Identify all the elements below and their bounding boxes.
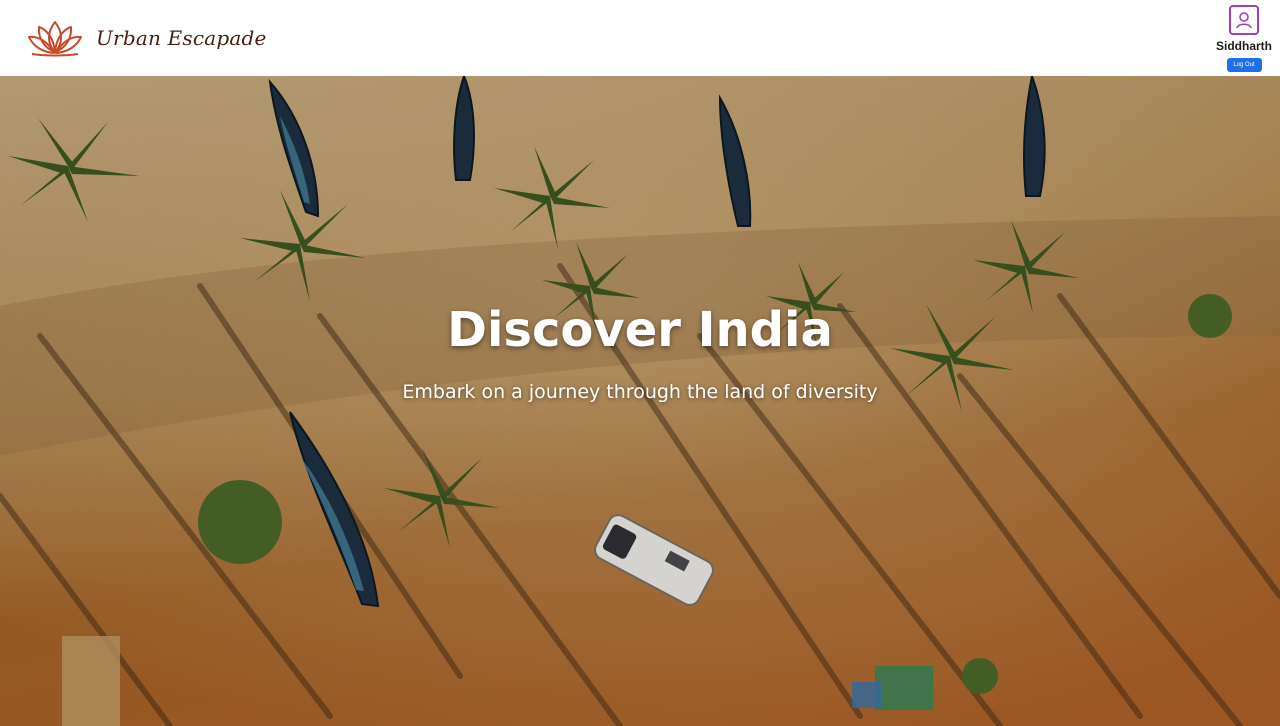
brand-link[interactable]: Urban Escapade [26, 18, 267, 58]
user-name: Siddharth [1216, 39, 1272, 53]
lotus-icon [28, 21, 82, 57]
user-menu: Siddharth Log Out [1214, 5, 1274, 72]
hero-subtitle: Embark on a journey through the land of … [402, 381, 878, 403]
hero-section: Discover India Embark on a journey throu… [0, 76, 1280, 726]
brand-name: Urban Escapade [96, 26, 267, 50]
top-navbar: Urban Escapade Siddharth Log Out [0, 0, 1280, 76]
hero-title: Discover India [447, 302, 833, 358]
avatar[interactable] [1229, 5, 1259, 35]
user-profile-icon [1236, 12, 1252, 29]
logout-button[interactable]: Log Out [1226, 58, 1262, 72]
